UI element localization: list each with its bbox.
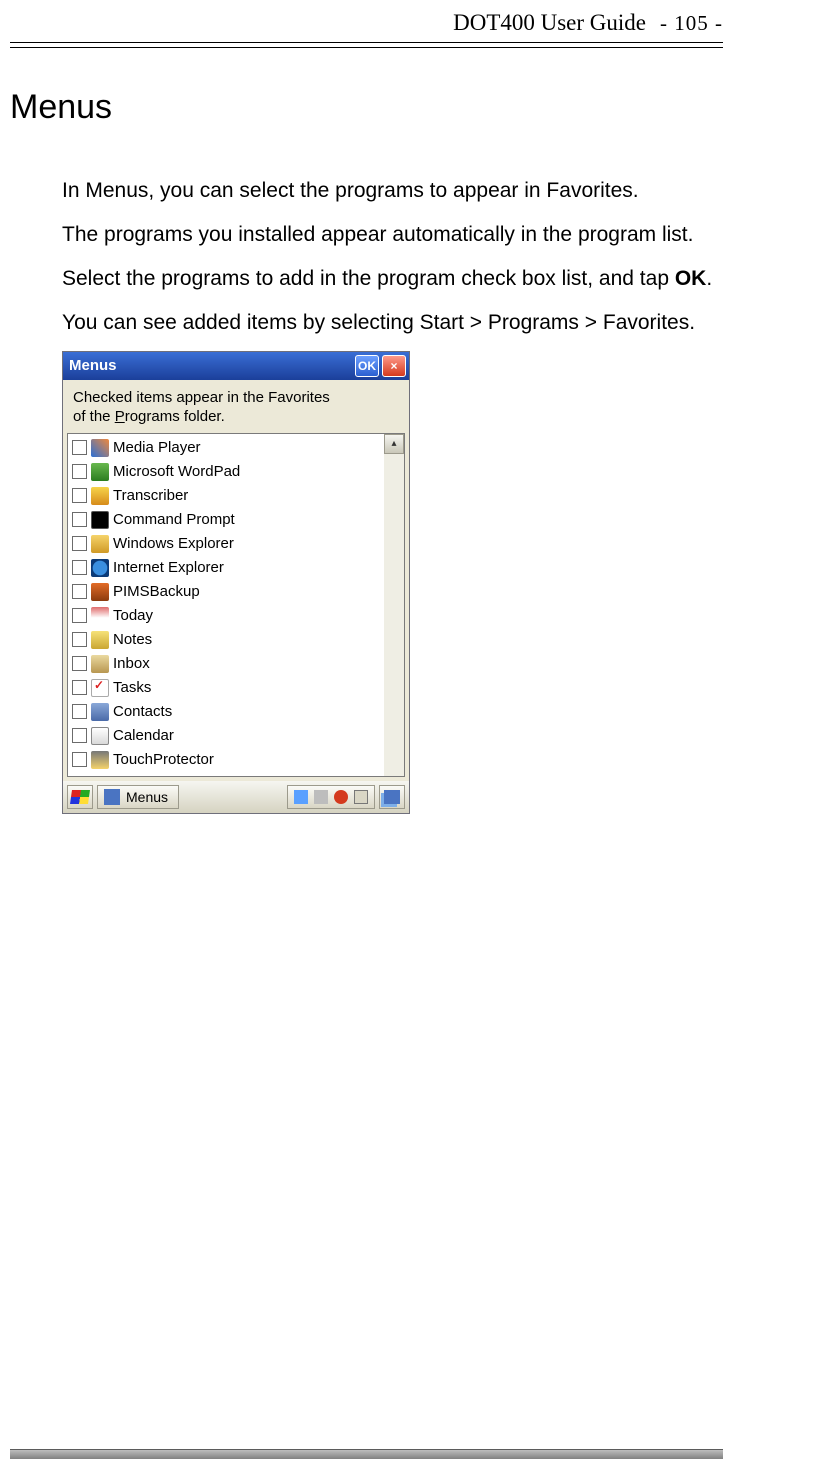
list-item-label: Internet Explorer [113, 559, 224, 576]
list-item[interactable]: Media Player [70, 436, 384, 460]
checkbox[interactable] [72, 464, 87, 479]
list-item[interactable]: Contacts [70, 700, 384, 724]
list-item-label: Inbox [113, 655, 150, 672]
taskbar-app-button[interactable]: Menus [97, 785, 179, 809]
paragraph: The programs you installed appear automa… [62, 215, 723, 255]
header-title: DOT400 User Guide [453, 10, 646, 36]
list-item[interactable]: Tasks [70, 676, 384, 700]
checkbox[interactable] [72, 656, 87, 671]
list-item-label: Transcriber [113, 487, 188, 504]
checkbox[interactable] [72, 536, 87, 551]
checkbox[interactable] [72, 608, 87, 623]
list-item[interactable]: Notes [70, 628, 384, 652]
list-item-label: Windows Explorer [113, 535, 234, 552]
checkbox[interactable] [72, 752, 87, 767]
page: DOT400 User Guide - 105 - Menus In Menus… [0, 0, 831, 1483]
page-title: Menus [10, 88, 723, 127]
pimsbackup-icon [91, 583, 109, 601]
caption-text: of the [73, 408, 115, 425]
text: Select the programs to add in the progra… [62, 267, 675, 290]
page-footer-bar [10, 1449, 723, 1459]
ok-button[interactable]: OK [355, 355, 379, 377]
text: . [706, 267, 712, 290]
list-item[interactable]: Command Prompt [70, 508, 384, 532]
command-prompt-icon [91, 511, 109, 529]
keyboard-tray-icon[interactable] [354, 790, 368, 804]
list-item[interactable]: Internet Explorer [70, 556, 384, 580]
list-item-label: Calendar [113, 727, 174, 744]
dialog-caption: Checked items appear in the Favorites of… [63, 380, 409, 433]
list-item-label: TouchProtector [113, 751, 214, 768]
windows-flag-icon [70, 790, 90, 804]
start-button[interactable] [67, 785, 93, 809]
scrollbar[interactable]: ▴ [384, 434, 404, 776]
wordpad-icon [91, 463, 109, 481]
page-header: DOT400 User Guide - 105 - [0, 10, 831, 42]
caption-accel: P [115, 408, 125, 425]
calendar-icon [91, 727, 109, 745]
paragraph: Select the programs to add in the progra… [62, 259, 723, 299]
text-bold: OK [675, 267, 707, 290]
contacts-icon [91, 703, 109, 721]
content: Menus In Menus, you can select the progr… [0, 48, 831, 814]
paragraph: In Menus, you can select the programs to… [62, 171, 723, 211]
program-list-body[interactable]: Media Player Microsoft WordPad Transcrib… [68, 434, 384, 776]
checkbox[interactable] [72, 584, 87, 599]
media-player-icon [91, 439, 109, 457]
checkbox[interactable] [72, 728, 87, 743]
running-programs-icon [384, 790, 400, 804]
checkbox[interactable] [72, 704, 87, 719]
list-item-label: Tasks [113, 679, 151, 696]
list-item[interactable]: PIMSBackup [70, 580, 384, 604]
internet-explorer-icon [91, 559, 109, 577]
checkbox[interactable] [72, 632, 87, 647]
dialog-titlebar[interactable]: Menus OK × [63, 352, 409, 380]
scroll-track[interactable] [384, 454, 404, 776]
list-item[interactable]: Calendar [70, 724, 384, 748]
taskbar-app-label: Menus [126, 789, 168, 805]
list-item[interactable]: TouchProtector [70, 748, 384, 772]
system-tray[interactable] [287, 785, 375, 809]
touchprotector-icon [91, 751, 109, 769]
today-icon [91, 607, 109, 625]
close-button[interactable]: × [382, 355, 406, 377]
list-item-label: Media Player [113, 439, 201, 456]
list-item-label: PIMSBackup [113, 583, 200, 600]
checkbox[interactable] [72, 560, 87, 575]
list-item[interactable]: Microsoft WordPad [70, 460, 384, 484]
list-item-label: Command Prompt [113, 511, 235, 528]
list-item[interactable]: Windows Explorer [70, 532, 384, 556]
list-item-label: Today [113, 607, 153, 624]
list-item-label: Microsoft WordPad [113, 463, 240, 480]
paragraph: You can see added items by selecting Sta… [62, 303, 723, 343]
caption-text: Checked items appear in the Favorites [73, 389, 330, 406]
caption-text: rograms folder. [125, 408, 225, 425]
transcriber-icon [91, 487, 109, 505]
menus-dialog: Menus OK × Checked items appear in the F… [62, 351, 410, 814]
checkbox[interactable] [72, 440, 87, 455]
menus-app-icon [104, 789, 120, 805]
checkbox[interactable] [72, 512, 87, 527]
windows-explorer-icon [91, 535, 109, 553]
list-item-label: Contacts [113, 703, 172, 720]
volume-tray-icon[interactable] [314, 790, 328, 804]
checkbox[interactable] [72, 488, 87, 503]
bluetooth-tray-icon[interactable] [294, 790, 308, 804]
taskbar: Menus [63, 781, 409, 813]
body-text: In Menus, you can select the programs to… [10, 171, 723, 343]
notes-icon [91, 631, 109, 649]
running-programs-button[interactable] [379, 785, 405, 809]
list-item[interactable]: Today [70, 604, 384, 628]
scroll-up-button[interactable]: ▴ [384, 434, 404, 454]
header-page-number: - 105 - [660, 11, 723, 36]
program-list: Media Player Microsoft WordPad Transcrib… [67, 433, 405, 777]
status-tray-icon[interactable] [334, 790, 348, 804]
list-item-label: Notes [113, 631, 152, 648]
list-item[interactable]: Inbox [70, 652, 384, 676]
tasks-icon [91, 679, 109, 697]
dialog-title: Menus [69, 357, 117, 374]
inbox-icon [91, 655, 109, 673]
checkbox[interactable] [72, 680, 87, 695]
list-item[interactable]: Transcriber [70, 484, 384, 508]
